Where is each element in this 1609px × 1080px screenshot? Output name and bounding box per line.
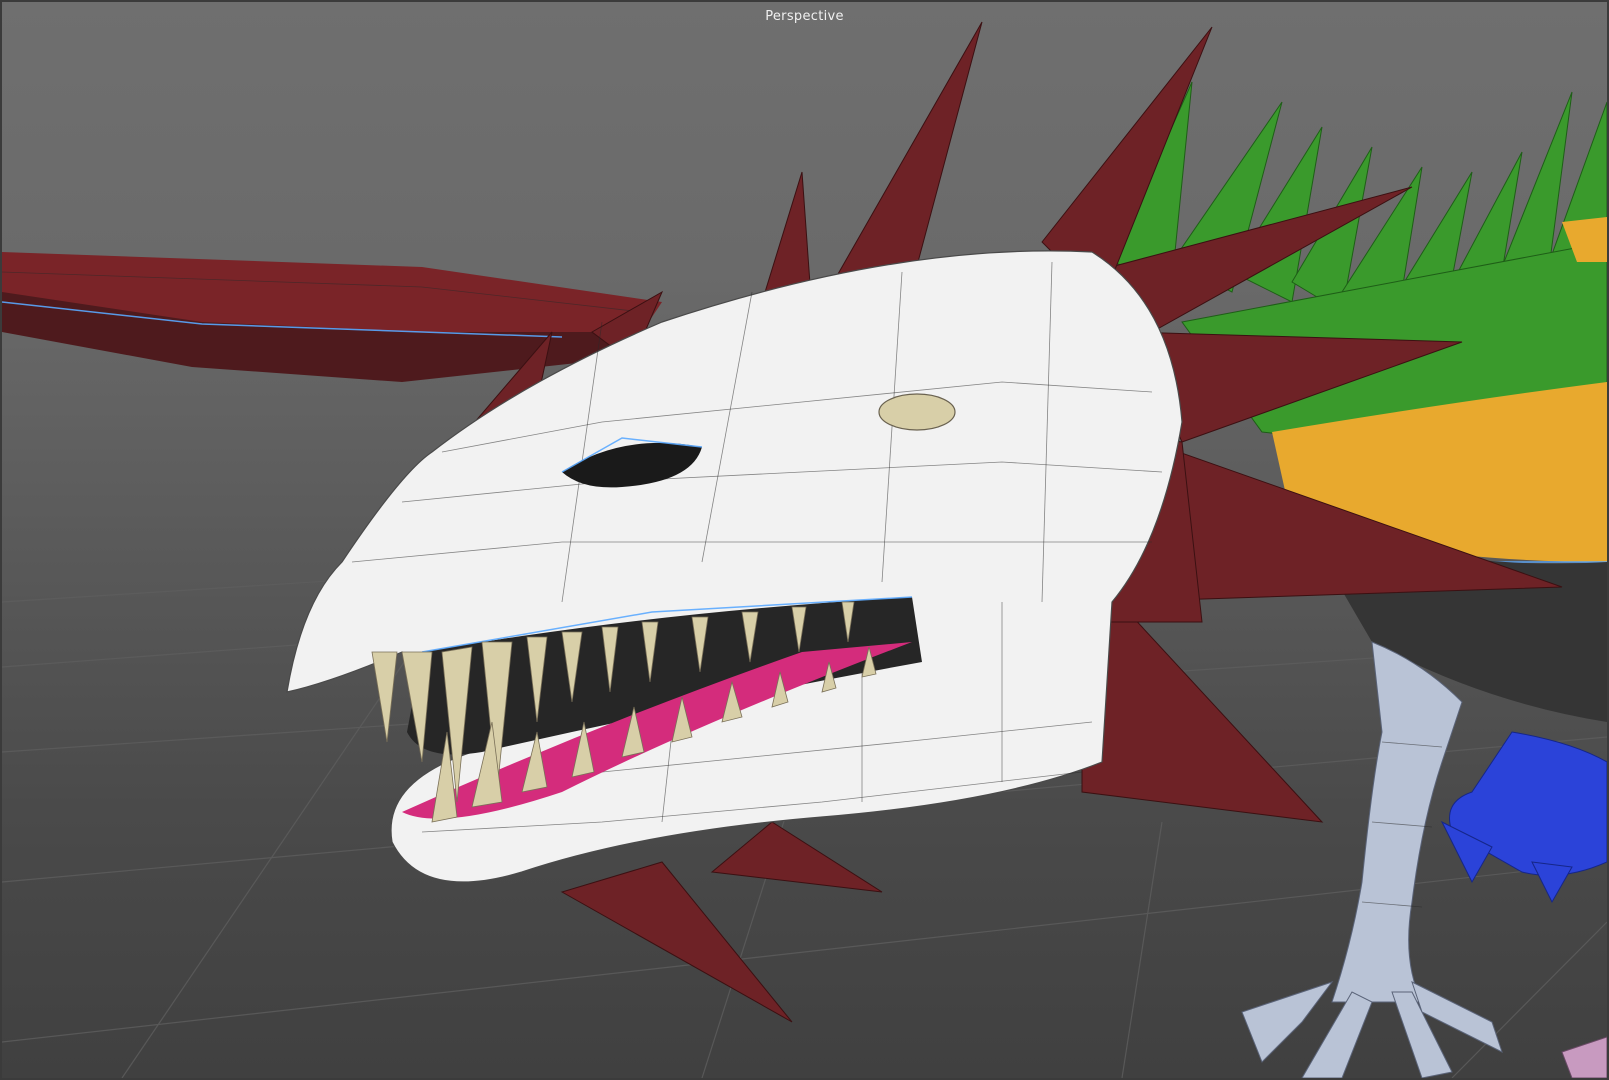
wing-mesh <box>2 252 662 382</box>
eye <box>878 393 956 431</box>
scene-canvas[interactable] <box>2 2 1607 1078</box>
viewport-label: Perspective <box>765 9 844 24</box>
foot-mesh <box>1440 731 1607 904</box>
tail-tip-mesh <box>1561 1036 1607 1078</box>
perspective-viewport[interactable]: Perspective <box>0 0 1609 1080</box>
jaw-spikes <box>560 821 883 1023</box>
